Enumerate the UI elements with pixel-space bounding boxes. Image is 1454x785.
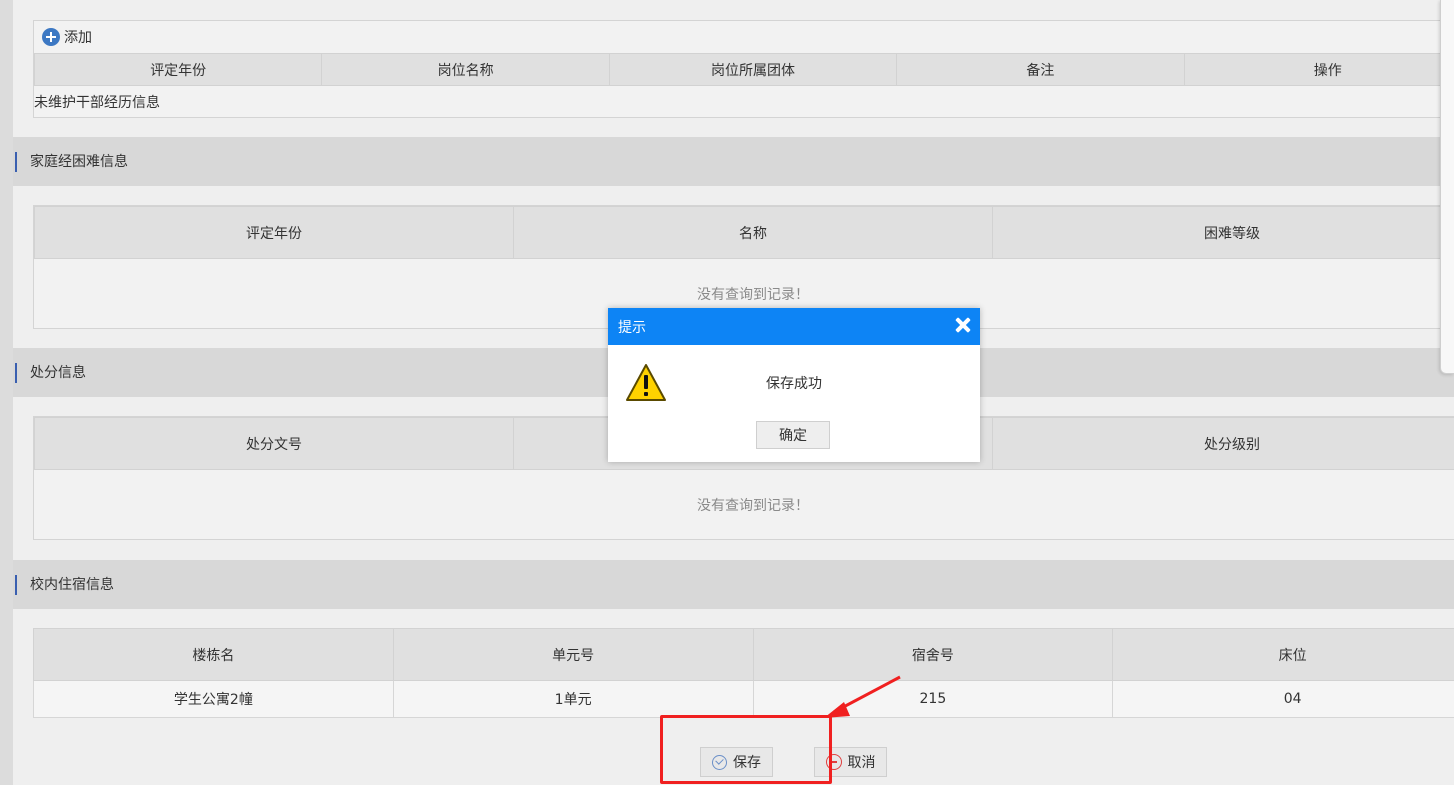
column-header: 宿舍号 xyxy=(752,628,1114,681)
side-panel-edge[interactable] xyxy=(1440,0,1454,374)
column-header: 困难等级 xyxy=(992,206,1454,259)
column-header: 处分级别 xyxy=(992,417,1454,470)
plus-circle-icon xyxy=(42,28,60,46)
column-header: 名称 xyxy=(513,206,993,259)
column-header: 楼栋名 xyxy=(33,628,394,681)
cancel-label: 取消 xyxy=(847,755,876,771)
table-cell: 1单元 xyxy=(392,680,754,718)
column-header: 操作 xyxy=(1183,53,1454,86)
dialog-title: 提示 xyxy=(618,319,646,336)
column-header: 床位 xyxy=(1112,628,1454,681)
dorm-table: 楼栋名 单元号 宿舍号 床位 学生公寓2幢 1单元 215 04 xyxy=(33,628,1454,718)
dialog-body: 保存成功 确定 xyxy=(608,345,980,462)
add-label: 添加 xyxy=(64,30,92,46)
no-records-message: 没有查询到记录！ xyxy=(697,498,809,514)
dorm-panel: 楼栋名 单元号 宿舍号 床位 学生公寓2幢 1单元 215 04 xyxy=(33,628,1454,718)
dialog-header: 提示 xyxy=(608,308,980,345)
column-header: 处分文号 xyxy=(34,417,514,470)
column-header: 评定年份 xyxy=(33,53,323,86)
column-header: 单元号 xyxy=(392,628,754,681)
family-hardship-table: 评定年份 名称 困难等级 xyxy=(34,206,1454,259)
add-button[interactable]: 添加 xyxy=(34,21,1454,53)
column-header: 岗位名称 xyxy=(321,53,610,86)
column-header: 岗位所属团体 xyxy=(608,53,898,86)
cadre-experience-panel: 添加 评定年份 岗位名称 岗位所属团体 备注 操作 未维护干部经历信息 xyxy=(33,20,1454,118)
table-cell: 04 xyxy=(1112,680,1454,718)
section-title: 校内住宿信息 xyxy=(15,575,114,595)
column-header: 备注 xyxy=(896,53,1185,86)
confirm-button[interactable]: 确定 xyxy=(756,421,830,449)
annotation-arrow-icon xyxy=(824,675,901,718)
table-cell: 学生公寓2幢 xyxy=(33,680,394,718)
cadre-table: 评定年份 岗位名称 岗位所属团体 备注 操作 xyxy=(33,53,1454,86)
table-row: 学生公寓2幢 1单元 215 04 xyxy=(33,680,1454,718)
section-title: 处分信息 xyxy=(15,363,86,383)
dialog-message: 保存成功 xyxy=(766,376,822,392)
section-header-dorm: 校内住宿信息 xyxy=(13,560,1454,609)
alert-dialog: 提示 保存成功 确定 xyxy=(608,308,980,462)
section-header-family: 家庭经困难信息 xyxy=(13,137,1454,186)
close-icon[interactable] xyxy=(954,316,972,334)
section-title: 家庭经困难信息 xyxy=(15,152,128,172)
annotation-highlight-box xyxy=(660,715,832,784)
column-header: 评定年份 xyxy=(34,206,514,259)
cadre-empty-message: 未维护干部经历信息 xyxy=(34,95,160,111)
table-cell: 215 xyxy=(752,680,1114,718)
